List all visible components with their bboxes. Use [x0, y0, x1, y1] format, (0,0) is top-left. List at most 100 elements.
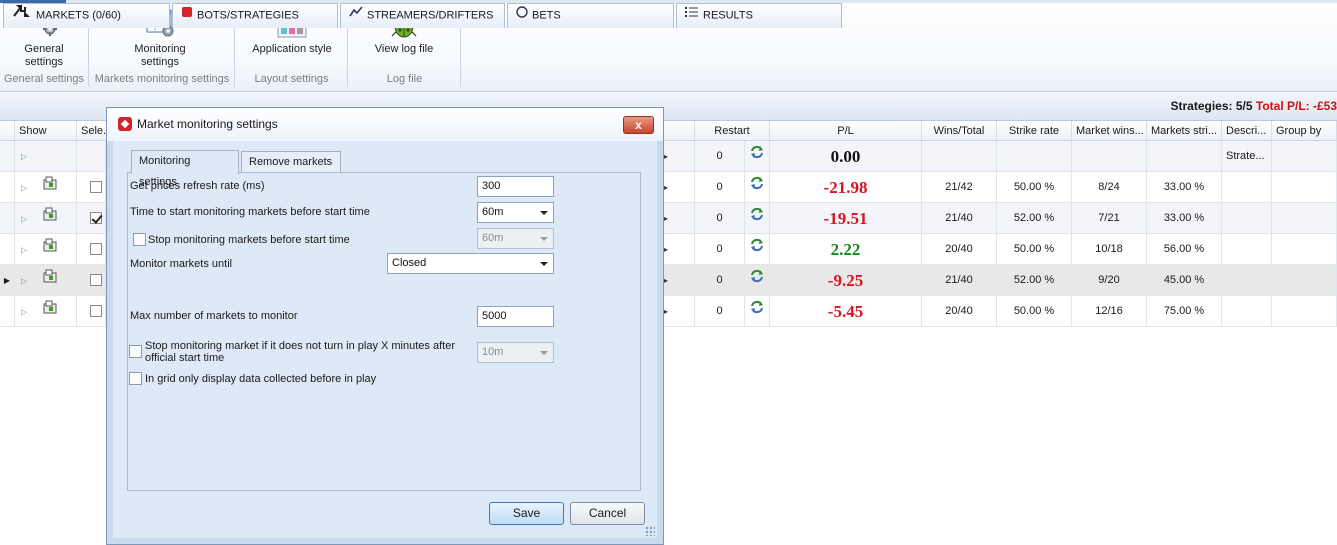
tab-results[interactable]: RESULTS	[676, 3, 842, 28]
strike-rate: 52.00 %	[997, 203, 1072, 234]
header-hidden-col[interactable]	[664, 121, 695, 141]
expand-triangle-icon[interactable]: ▷	[21, 214, 27, 223]
monitoring-settings-label-2: settings	[141, 56, 179, 68]
tab-results-label: RESULTS	[703, 9, 753, 22]
refresh-icon[interactable]	[750, 203, 764, 234]
restart-count: 0	[695, 172, 745, 203]
header-pl[interactable]: P/L	[770, 121, 922, 141]
tab-markets-label: MARKETS (0/60)	[36, 9, 121, 22]
expand-triangle-icon[interactable]: ▷	[21, 183, 27, 192]
stop-if-not-inplay-label: Stop monitoring market if it does not tu…	[145, 340, 455, 364]
restart-count: 0	[695, 296, 745, 327]
resize-grip[interactable]	[645, 526, 655, 536]
select-checkbox[interactable]	[90, 212, 102, 225]
tab-bets-label: BETS	[532, 9, 561, 22]
application-style-label: Application style	[252, 43, 332, 55]
show-toggle-icon[interactable]	[43, 296, 57, 327]
show-toggle-icon[interactable]	[43, 172, 57, 203]
refresh-icon[interactable]	[750, 234, 764, 265]
show-cell: ▷	[15, 234, 77, 265]
save-button[interactable]: Save	[489, 502, 564, 525]
restart-cell	[745, 141, 770, 172]
header-market-wins[interactable]: Market wins...	[1072, 121, 1147, 141]
show-toggle-icon[interactable]	[43, 265, 57, 296]
expand-triangle-icon[interactable]: ▸	[664, 276, 668, 285]
header-restart[interactable]: Restart	[695, 121, 770, 141]
close-button[interactable]: x	[623, 116, 654, 134]
header-wins-total[interactable]: Wins/Total	[922, 121, 997, 141]
monitor-until-dropdown[interactable]: Closed	[387, 253, 554, 274]
pl-value: 0.00	[770, 141, 922, 172]
max-markets-label: Max number of markets to monitor	[130, 310, 298, 322]
refresh-icon[interactable]	[750, 265, 764, 296]
refresh-icon[interactable]	[750, 141, 764, 172]
header-show[interactable]: Show	[15, 121, 77, 141]
dialog-body: Monitoring settings Remove markets Get p…	[113, 141, 657, 538]
start-monitoring-dropdown[interactable]: 60m	[477, 202, 554, 223]
stop-monitoring-dropdown: 60m	[477, 228, 554, 249]
close-icon: x	[635, 118, 642, 132]
select-checkbox[interactable]	[90, 305, 102, 318]
general-settings-label-1: General	[24, 43, 64, 55]
expand-triangle-icon[interactable]: ▸	[664, 245, 668, 254]
expand-triangle-icon[interactable]: ▷	[21, 152, 27, 161]
pl-value: -5.45	[770, 296, 922, 327]
tab-monitoring-settings[interactable]: Monitoring settings	[131, 150, 239, 188]
cancel-button[interactable]: Cancel	[570, 502, 645, 525]
inplay-minutes-dropdown: 10m	[477, 342, 554, 363]
select-cell	[77, 234, 106, 265]
expand-triangle-icon[interactable]: ▷	[21, 307, 27, 316]
show-cell: ▷	[15, 141, 77, 172]
restart-cell	[745, 265, 770, 296]
strike-rate: 52.00 %	[997, 265, 1072, 296]
stop-monitoring-value: 60m	[482, 232, 504, 244]
refresh-icon[interactable]	[750, 172, 764, 203]
tab-markets[interactable]: MARKETS (0/60)	[3, 3, 170, 28]
expand-triangle-icon[interactable]: ▷	[21, 276, 27, 285]
header-markets-strike[interactable]: Markets stri...	[1147, 121, 1222, 141]
general-settings-label-2: settings	[25, 56, 63, 68]
markets-arrows-icon	[12, 4, 32, 27]
expand-triangle-icon[interactable]: ▷	[21, 245, 27, 254]
strategies-count: Strategies: 5/5	[1170, 99, 1253, 113]
select-cell	[77, 296, 106, 327]
show-toggle-icon[interactable]	[43, 234, 57, 265]
header-description[interactable]: Descri...	[1222, 121, 1272, 141]
stop-if-not-inplay-checkbox[interactable]	[129, 345, 142, 358]
markets-strike-rate: 45.00 %	[1147, 265, 1222, 296]
select-checkbox[interactable]	[90, 274, 102, 287]
refresh-rate-input[interactable]: 300	[477, 176, 554, 197]
wins-total: 21/40	[922, 203, 997, 234]
header-group-by[interactable]: Group by	[1272, 121, 1337, 141]
tab-remove-markets[interactable]: Remove markets	[241, 151, 341, 173]
grid-only-before-inplay-checkbox[interactable]	[129, 372, 142, 385]
tab-streamers-drifters[interactable]: STREAMERS/DRIFTERS	[340, 3, 505, 28]
select-cell	[77, 141, 106, 172]
stop-monitoring-checkbox[interactable]	[133, 233, 146, 246]
refresh-icon[interactable]	[750, 296, 764, 327]
description	[1222, 234, 1272, 265]
expand-triangle-icon[interactable]: ▸	[664, 183, 668, 192]
max-markets-input[interactable]: 5000	[477, 306, 554, 327]
show-cell: ▷	[15, 203, 77, 234]
strike-rate	[997, 141, 1072, 172]
view-log-file-label: View log file	[374, 43, 434, 55]
select-checkbox[interactable]	[90, 181, 102, 194]
row-indicator: ▶	[0, 265, 15, 296]
select-checkbox[interactable]	[90, 243, 102, 256]
tab-bots-strategies[interactable]: BOTS/STRATEGIES	[172, 3, 338, 28]
show-toggle-icon[interactable]	[43, 203, 57, 234]
group-by-cell	[1272, 141, 1337, 172]
dialog-title-bar[interactable]: Market monitoring settings x	[107, 108, 663, 141]
results-list-icon	[685, 4, 699, 27]
header-strike-rate[interactable]: Strike rate	[997, 121, 1072, 141]
expand-triangle-icon[interactable]: ▸	[664, 152, 668, 161]
market-wins	[1072, 141, 1147, 172]
tab-streamers-label: STREAMERS/DRIFTERS	[367, 9, 494, 22]
description: Strate...	[1222, 141, 1272, 172]
markets-strike-rate: 33.00 %	[1147, 172, 1222, 203]
expand-triangle-icon[interactable]: ▸	[664, 214, 668, 223]
tab-bets[interactable]: BETS	[507, 3, 674, 28]
hidden-col-cell: ▸	[664, 265, 695, 296]
expand-triangle-icon[interactable]: ▸	[664, 307, 668, 316]
